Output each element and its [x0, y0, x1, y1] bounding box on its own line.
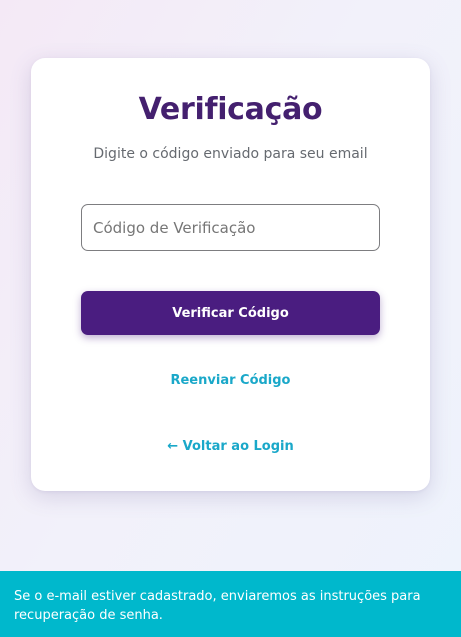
verification-code-input[interactable]	[81, 204, 380, 251]
verify-code-button[interactable]: Verificar Código	[81, 291, 380, 335]
back-to-login-link[interactable]: ← Voltar ao Login	[0, 439, 461, 454]
page-title: Verificação	[138, 92, 323, 127]
resend-code-link[interactable]: Reenviar Código	[0, 373, 461, 388]
info-toast: Se o e-mail estiver cadastrado, enviarem…	[0, 571, 461, 637]
toast-message: Se o e-mail estiver cadastrado, enviarem…	[14, 589, 421, 623]
page-subtitle: Digite o código enviado para seu email	[93, 146, 368, 162]
